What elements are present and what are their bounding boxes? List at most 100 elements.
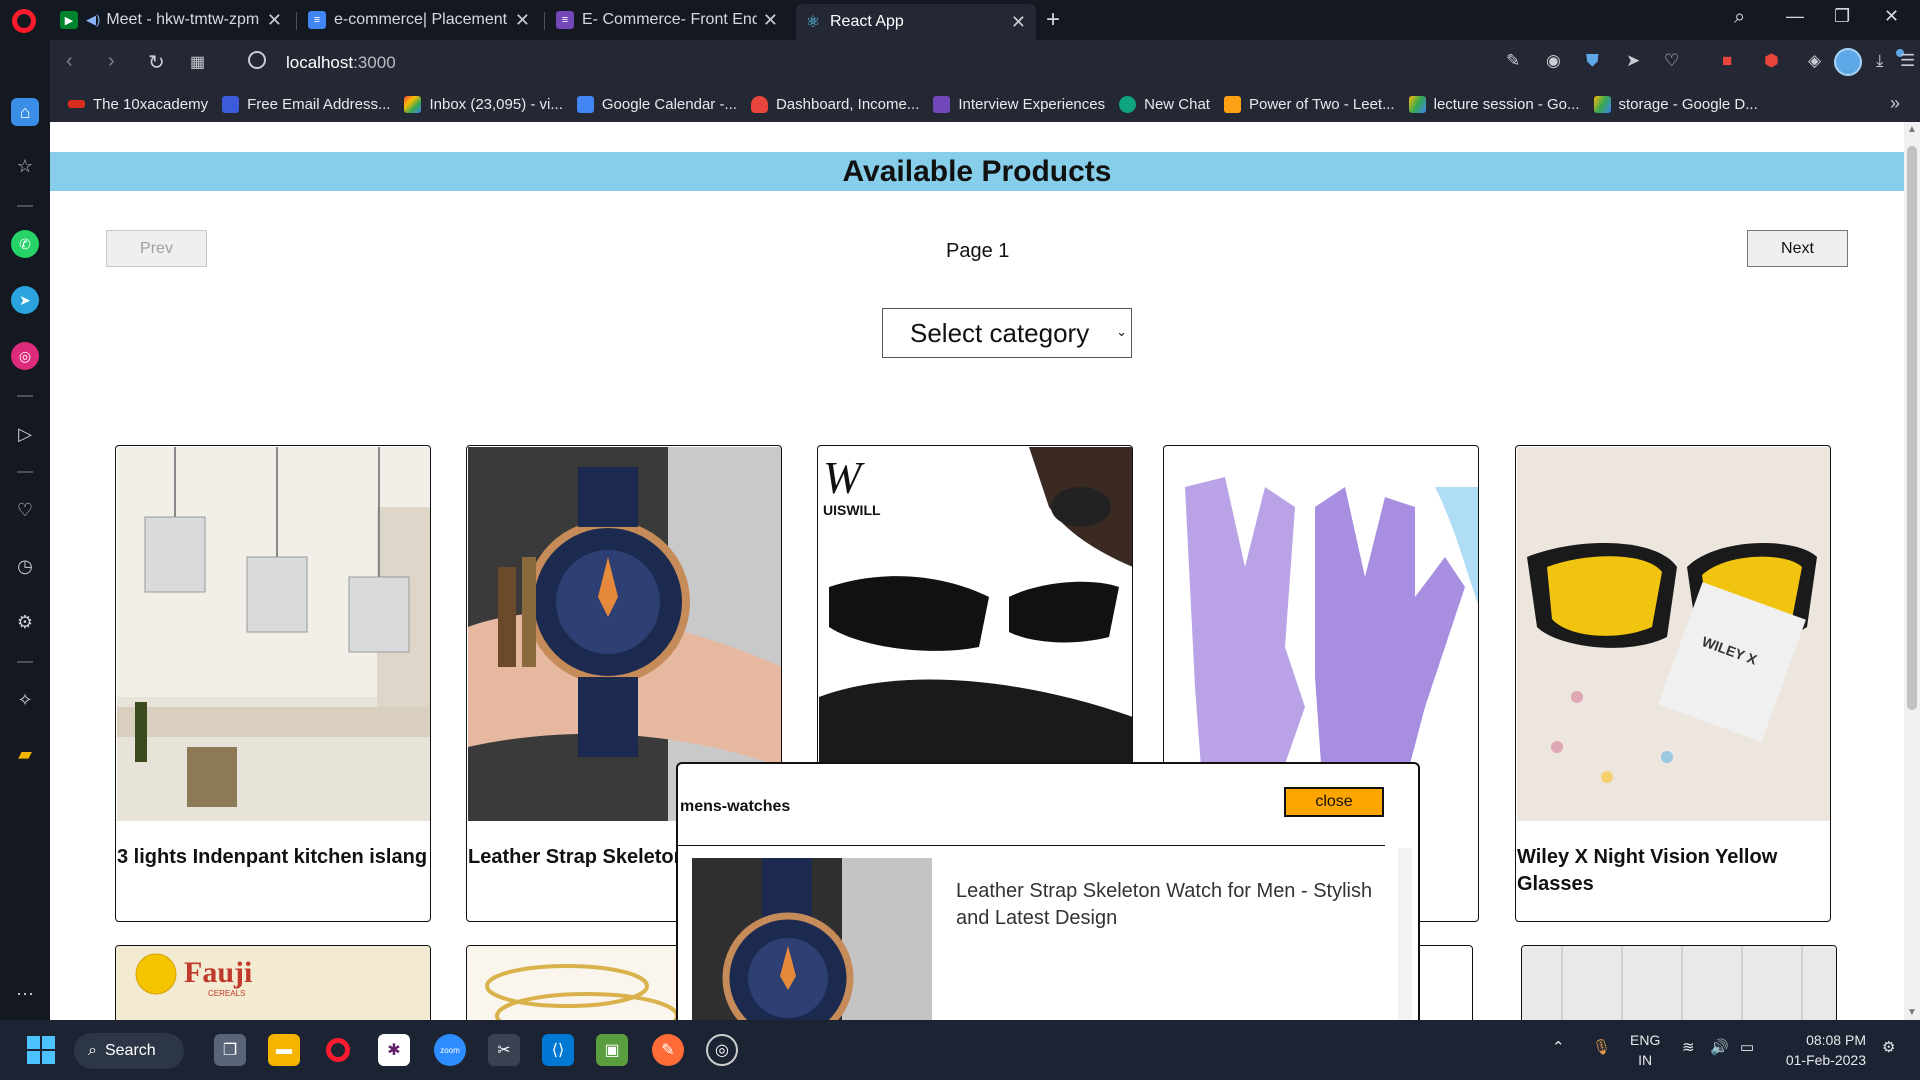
page-scrollbar[interactable]: ▲ ▼ — [1904, 122, 1920, 1020]
whatsapp-icon[interactable]: ✆ — [11, 230, 39, 258]
close-tab-icon[interactable]: ✕ — [1011, 12, 1026, 33]
shield-icon[interactable]: ⛊ — [1586, 51, 1599, 71]
player-icon[interactable]: ▷ — [11, 420, 39, 448]
next-button[interactable]: Next — [1747, 230, 1848, 267]
bookmark-interview[interactable]: Interview Experiences — [933, 95, 1105, 113]
bookmark-calendar[interactable]: Google Calendar -... — [576, 95, 737, 113]
opera-logo-icon[interactable] — [12, 9, 36, 33]
bookmark-lecture[interactable]: lecture session - Go... — [1408, 95, 1580, 113]
product-card[interactable]: 3 lights Indenpant kitchen islang — [115, 445, 431, 922]
task-view-icon[interactable]: ❐ — [214, 1034, 246, 1066]
bookmark-free-email[interactable]: Free Email Address... — [222, 95, 390, 113]
url-host: localhost — [286, 53, 354, 72]
lightbulb-icon[interactable]: ✧ — [11, 686, 39, 714]
calendar-icon — [576, 95, 594, 113]
search-tabs-icon[interactable]: ⌕ — [1734, 6, 1745, 29]
send-icon[interactable]: ➤ — [1626, 51, 1640, 71]
bookmark-new-chat[interactable]: New Chat — [1119, 95, 1210, 113]
forward-icon[interactable]: › — [108, 50, 115, 73]
sidebar-divider — [17, 395, 33, 397]
file-explorer-icon[interactable]: ▬ — [268, 1034, 300, 1066]
bookmark-10xacademy[interactable]: The 10xacademy — [68, 96, 208, 113]
new-tab-icon[interactable]: + — [1046, 6, 1060, 34]
site-info-icon[interactable] — [248, 51, 266, 69]
battery-icon[interactable]: ▭ — [1740, 1038, 1754, 1056]
prev-button[interactable]: Prev — [106, 230, 207, 267]
heart-icon[interactable]: ♡ — [1664, 51, 1679, 71]
google-drive-icon — [1593, 95, 1611, 113]
bookmark-dashboard[interactable]: Dashboard, Income... — [750, 95, 919, 113]
scroll-up-icon[interactable]: ▲ — [1907, 124, 1917, 135]
sidebar-divider — [17, 205, 33, 207]
windows-start-icon[interactable] — [27, 1036, 55, 1064]
wifi-icon[interactable]: ≋ — [1682, 1038, 1695, 1056]
close-button[interactable]: close — [1284, 787, 1384, 817]
snipping-tool-icon[interactable]: ✂ — [488, 1034, 520, 1066]
settings-icon[interactable]: ⚙ — [11, 608, 39, 636]
star-icon[interactable]: ☆ — [11, 152, 39, 180]
extension-icon[interactable]: ■ — [1722, 51, 1732, 71]
bookmark-inbox[interactable]: Inbox (23,095) - vi... — [404, 95, 563, 113]
instagram-icon[interactable]: ◎ — [11, 342, 39, 370]
brand-logo-text: Fauji — [184, 956, 252, 989]
taskbar-search[interactable]: ⌕ Search — [74, 1033, 184, 1069]
clock[interactable]: 08:08 PM 01-Feb-2023 — [1776, 1030, 1866, 1070]
scroll-down-icon[interactable]: ▼ — [1907, 1007, 1917, 1018]
minimize-icon[interactable]: — — [1786, 6, 1804, 27]
language-indicator[interactable]: ENG IN — [1630, 1030, 1660, 1070]
product-card[interactable] — [1521, 945, 1837, 1020]
more-icon[interactable]: ⋯ — [11, 980, 39, 1008]
tabs-grid-icon[interactable]: ▦ — [190, 52, 205, 72]
product-card[interactable]: WILEY X Wiley X Night Vision Yellow Glas… — [1515, 445, 1831, 922]
telegram-icon[interactable]: ➤ — [11, 286, 39, 314]
tab-frontend[interactable]: ≡ E- Commerce- Front End ✕ — [548, 4, 788, 36]
scrollbar-thumb[interactable] — [1907, 146, 1917, 710]
close-tab-icon[interactable]: ✕ — [515, 10, 530, 31]
extension-icon[interactable]: ▰ — [11, 740, 39, 768]
notifications-icon[interactable]: ⚙ — [1882, 1038, 1895, 1056]
close-window-icon[interactable]: ✕ — [1884, 6, 1899, 27]
modal-body: Leather Strap Skeleton Watch for Men - S… — [678, 848, 1418, 1020]
microphone-icon[interactable]: 🎙 — [1592, 1038, 1611, 1056]
heart-icon[interactable]: ♡ — [11, 496, 39, 524]
category-select[interactable]: Select category ⌄ — [882, 308, 1132, 358]
adblock-icon[interactable]: ⬢ — [1764, 51, 1779, 71]
download-icon[interactable]: ⤓ — [1876, 51, 1884, 71]
tab-react-app[interactable]: ⚛ React App ✕ — [796, 4, 1036, 40]
avatar[interactable] — [1834, 48, 1862, 76]
reload-icon[interactable]: ↻ — [148, 50, 165, 75]
zoom-icon[interactable]: zoom — [434, 1034, 466, 1066]
product-image: Fauji CEREALS — [116, 946, 430, 1020]
back-icon[interactable]: ‹ — [66, 50, 73, 73]
tab-placement[interactable]: ≡ e-commerce| Placement Re ✕ — [300, 4, 540, 36]
image-editor-icon[interactable]: ▣ — [596, 1034, 628, 1066]
volume-icon[interactable]: 🔊 — [1710, 1038, 1729, 1056]
history-icon[interactable]: ◷ — [11, 552, 39, 580]
browser-tab-bar: ▶ ◀) Meet - hkw-tmtw-zpm ✕ ≡ e-commerce|… — [0, 0, 1920, 40]
slack-icon[interactable]: ✱ — [378, 1034, 410, 1066]
close-tab-icon[interactable]: ✕ — [763, 10, 778, 31]
url-port: :3000 — [353, 53, 396, 72]
restore-icon[interactable]: ❐ — [1834, 6, 1850, 27]
cube-icon[interactable]: ◈ — [1808, 51, 1821, 71]
snapshot-icon[interactable]: ◉ — [1546, 51, 1561, 71]
obs-icon[interactable]: ◎ — [706, 1034, 738, 1066]
vscode-icon[interactable]: ⟨⟩ — [542, 1034, 574, 1066]
modal-scrollbar[interactable] — [1398, 848, 1412, 1020]
product-card[interactable]: Fauji CEREALS — [115, 945, 431, 1020]
url-field[interactable]: localhost:3000 — [286, 53, 396, 73]
opera-taskbar-icon[interactable] — [322, 1034, 354, 1066]
product-name: Wiley X Night Vision Yellow Glasses — [1517, 846, 1778, 895]
page-title: Available Products — [50, 152, 1904, 191]
tab-label: React App — [830, 13, 904, 30]
bookmark-leetcode[interactable]: Power of Two - Leet... — [1223, 95, 1395, 113]
bookmark-storage[interactable]: storage - Google D... — [1593, 95, 1758, 113]
easy-setup-icon[interactable]: ☰ — [1900, 51, 1915, 71]
chevron-up-icon[interactable]: ⌃ — [1552, 1038, 1565, 1056]
tab-meet[interactable]: ▶ ◀) Meet - hkw-tmtw-zpm ✕ — [52, 4, 292, 36]
home-icon[interactable]: ⌂ — [11, 98, 39, 126]
edit-icon[interactable]: ✎ — [1506, 51, 1520, 71]
close-tab-icon[interactable]: ✕ — [267, 10, 282, 31]
postman-icon[interactable]: ✎ — [652, 1034, 684, 1066]
more-bookmarks-icon[interactable]: » — [1890, 93, 1900, 114]
